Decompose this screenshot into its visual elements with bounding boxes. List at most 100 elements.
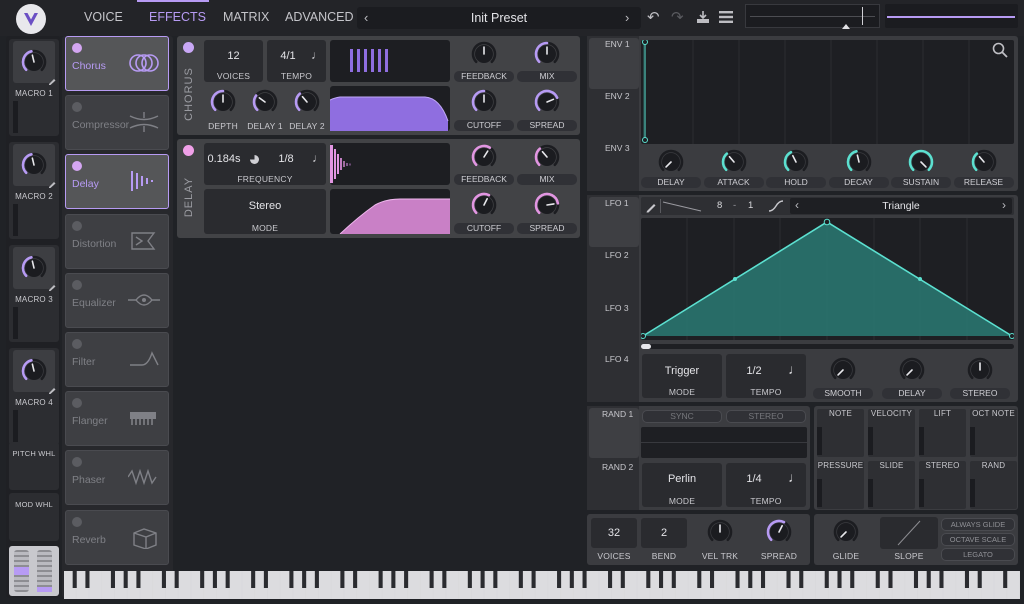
chorus-tempo-box[interactable]: 4/1 ♩ TEMPO — [267, 40, 326, 82]
chorus-tempo-note-icon[interactable]: ♩ — [311, 48, 323, 62]
white-key[interactable] — [714, 571, 726, 599]
white-key[interactable] — [178, 571, 191, 599]
lfo-delay-knob[interactable] — [898, 356, 926, 384]
lfo-display[interactable] — [640, 218, 1015, 340]
lfo-tab-3[interactable]: LFO 3 — [605, 303, 629, 313]
macro-edit-icon[interactable] — [48, 381, 57, 394]
white-key[interactable] — [446, 571, 459, 599]
bend-box[interactable]: 2 — [641, 518, 687, 548]
chorus-delay1-knob[interactable] — [251, 88, 279, 116]
lfo-phase-slider[interactable] — [641, 344, 1014, 349]
preset-selector[interactable]: ‹ Init Preset › — [357, 7, 641, 29]
delay-sync-icon[interactable] — [250, 155, 259, 164]
tab-matrix[interactable]: MATRIX — [223, 10, 269, 24]
lfo-smooth-knob[interactable] — [829, 356, 857, 384]
chorus-delay2-knob[interactable] — [293, 88, 321, 116]
macro-edit-icon[interactable] — [48, 278, 57, 291]
rand-tab-1[interactable]: RAND 1 — [602, 409, 633, 419]
mod-source-drag-slot[interactable] — [970, 427, 975, 455]
mod-source-rand[interactable]: RAND — [970, 461, 1017, 509]
white-key[interactable] — [357, 571, 369, 599]
menu-icon[interactable] — [719, 10, 733, 23]
mod-wheel-slot[interactable]: MOD WHL — [9, 493, 59, 541]
macro-edit-icon[interactable] — [48, 175, 57, 188]
mod-source-drag-slot[interactable] — [919, 479, 924, 507]
env-sustain-knob[interactable] — [907, 148, 935, 176]
lfo-tab-1[interactable]: LFO 1 — [605, 198, 629, 208]
lfo-mode-box[interactable]: Trigger MODE — [642, 354, 722, 398]
effect-power-button[interactable] — [72, 102, 82, 113]
delay-mix-knob[interactable] — [533, 143, 561, 171]
mod-source-slide[interactable]: SLIDE — [868, 461, 915, 509]
effect-power-button[interactable] — [72, 339, 82, 349]
white-key[interactable] — [318, 571, 331, 599]
volume-meter[interactable] — [885, 4, 1018, 28]
voices-box[interactable]: 32 — [591, 518, 637, 548]
legato-button[interactable]: LEGATO — [941, 548, 1015, 561]
effect-item-reverb[interactable]: Reverb — [65, 509, 169, 565]
lfo-paint-shape-icon[interactable] — [660, 199, 704, 213]
white-key[interactable] — [140, 571, 153, 599]
chorus-feedback-knob[interactable] — [470, 40, 498, 68]
effect-power-button[interactable] — [72, 220, 82, 231]
white-key[interactable] — [229, 571, 242, 599]
pitch-wheel[interactable] — [14, 550, 29, 592]
mod-source-drag-slot[interactable] — [868, 427, 873, 455]
delay-frequency-box[interactable]: 0.184s 1/8 ♩ FREQUENCY — [204, 143, 326, 185]
chorus-spread-knob[interactable] — [533, 88, 561, 116]
mod-source-drag-slot[interactable] — [817, 427, 822, 455]
lfo-tempo-box[interactable]: 1/2 ♩ TEMPO — [726, 354, 806, 398]
effect-power-button[interactable] — [72, 161, 82, 172]
lfo-tab-4[interactable]: LFO 4 — [605, 354, 629, 364]
lfo-shape-next-icon[interactable]: › — [1002, 198, 1006, 212]
effect-power-button[interactable] — [72, 43, 82, 53]
lfo-tab-2[interactable]: LFO 2 — [605, 250, 629, 260]
white-key[interactable] — [981, 571, 994, 599]
mod-source-oct-note[interactable]: OCT NOTE — [970, 409, 1017, 457]
mod-source-pressure[interactable]: PRESSURE — [817, 461, 864, 509]
effect-power-button[interactable] — [72, 279, 82, 290]
macro-mod-slot[interactable] — [13, 101, 18, 133]
env-tab-2[interactable]: ENV 2 — [605, 91, 630, 101]
effect-power-button[interactable] — [72, 457, 82, 468]
redo-icon[interactable]: ↷ — [671, 8, 684, 26]
env-delay-knob[interactable] — [657, 148, 685, 176]
mod-source-lift[interactable]: LIFT — [919, 409, 966, 457]
preset-next-icon[interactable]: › — [625, 10, 629, 25]
effect-item-equalizer[interactable]: Equalizer — [65, 272, 169, 328]
delay-cutoff-knob[interactable] — [470, 191, 498, 219]
white-key[interactable] — [535, 571, 548, 599]
delay-feedback-knob[interactable] — [470, 143, 498, 171]
tab-effects[interactable]: EFFECTS — [149, 10, 206, 24]
undo-icon[interactable]: ↶ — [647, 8, 660, 26]
white-key[interactable] — [892, 571, 905, 599]
effect-item-phaser[interactable]: Phaser — [65, 450, 169, 506]
save-icon[interactable] — [695, 9, 711, 25]
always-glide-button[interactable]: ALWAYS GLIDE — [941, 518, 1015, 531]
chorus-power-button[interactable] — [183, 42, 194, 53]
white-key[interactable] — [408, 571, 420, 599]
env-hold-knob[interactable] — [782, 148, 810, 176]
lfo-shape-selector[interactable]: ‹ Triangle › — [790, 198, 1012, 214]
chorus-depth-knob[interactable] — [209, 88, 237, 116]
white-key[interactable] — [624, 571, 637, 599]
delay-mode-box[interactable]: Stereo MODE — [204, 189, 326, 234]
effect-item-filter[interactable]: Filter — [65, 332, 169, 387]
white-key[interactable] — [854, 571, 867, 599]
mod-source-drag-slot[interactable] — [817, 479, 822, 507]
lfo-smooth-curve-icon[interactable] — [767, 199, 785, 213]
macro-mod-slot[interactable] — [13, 204, 18, 236]
mod-source-drag-slot[interactable] — [970, 479, 975, 507]
mod-source-velocity[interactable]: VELOCITY — [868, 409, 915, 457]
lfo-grid-y[interactable]: 1 — [748, 200, 753, 211]
envelope-display[interactable] — [641, 39, 1014, 144]
voice-spread-knob[interactable] — [765, 518, 793, 546]
rand-tempo-box[interactable]: 1/4 ♩ TEMPO — [726, 463, 806, 507]
white-key[interactable] — [586, 571, 599, 599]
white-key[interactable] — [267, 571, 280, 599]
rand-stereo-button[interactable]: STEREO — [726, 410, 806, 423]
slope-display[interactable] — [880, 517, 938, 549]
env-attack-knob[interactable] — [720, 148, 748, 176]
effect-item-delay[interactable]: Delay — [65, 154, 169, 210]
mod-source-note[interactable]: NOTE — [817, 409, 864, 457]
